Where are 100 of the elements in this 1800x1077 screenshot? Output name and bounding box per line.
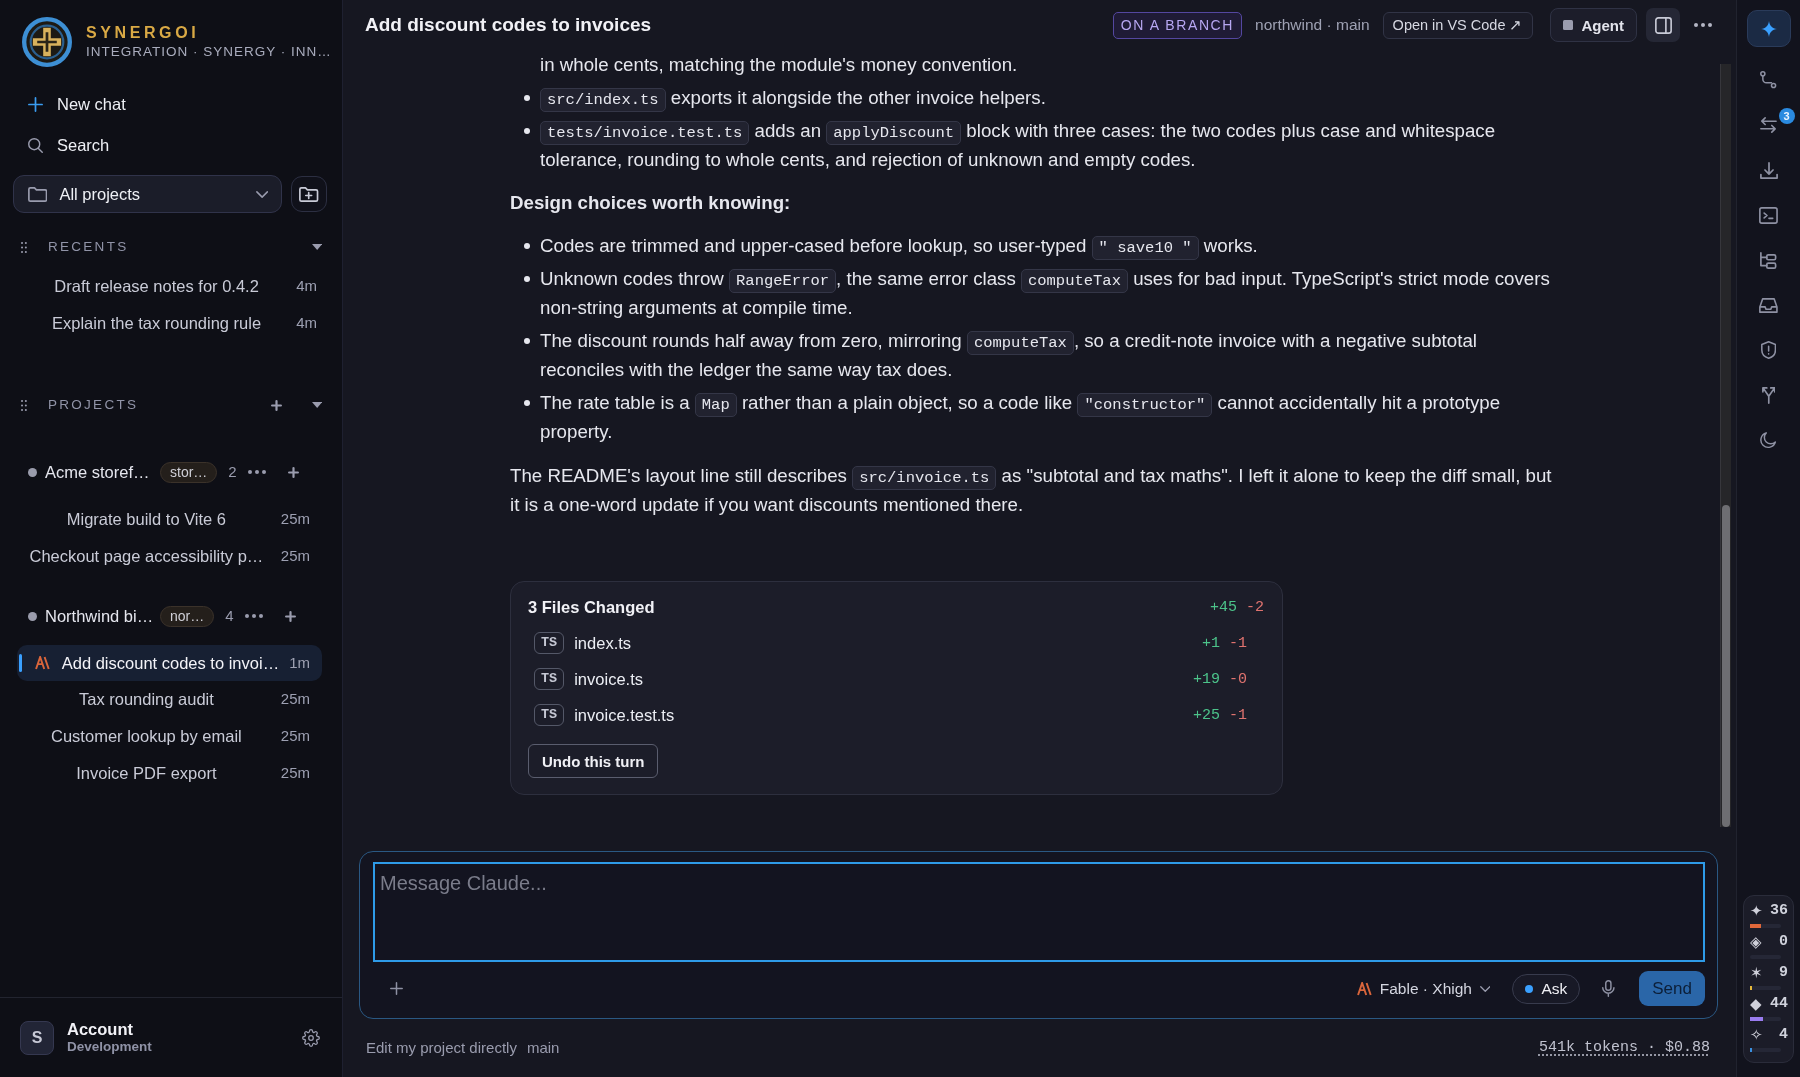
side-panel-icon: [1654, 16, 1672, 34]
symbol-icon: ◆: [1750, 995, 1762, 1013]
undo-button[interactable]: Undo this turn: [528, 744, 659, 778]
chat-title: Add discount codes to invoices: [365, 13, 652, 37]
search-icon: [28, 138, 43, 153]
project-filter-dropdown[interactable]: All projects: [13, 175, 283, 213]
more-button[interactable]: [244, 614, 263, 618]
account-plan: Development: [67, 1039, 152, 1055]
list-item-text: src/index.ts exports it alongside the other invoice helpers.: [540, 83, 1555, 112]
added-count: +45: [1209, 597, 1237, 618]
new-chat-button[interactable]: [287, 466, 299, 478]
mode-label: Edit my project directly: [366, 1037, 517, 1058]
meter-value: 44: [1770, 995, 1788, 1013]
project-name[interactable]: Acme storef…: [45, 459, 160, 485]
avatar: S: [20, 1020, 54, 1055]
settings-button[interactable]: [302, 1028, 320, 1047]
session-item[interactable]: Migrate build to Vite 6 25m: [17, 501, 322, 538]
added-count: +19: [1192, 669, 1220, 690]
meter-value: 0: [1779, 933, 1788, 951]
repo-label: northwind · main: [1255, 15, 1370, 36]
new-chat-button[interactable]: [284, 610, 296, 622]
meter-value: 4: [1779, 1026, 1788, 1044]
time-label: 25m: [280, 509, 310, 530]
count-label: 4: [225, 605, 234, 626]
symbol-icon: ◈: [1750, 933, 1762, 951]
card-title: 3 Files Changed: [528, 596, 655, 618]
new-chat-button[interactable]: New chat: [0, 84, 342, 125]
more-icon: [244, 614, 263, 618]
more-icon: [1694, 23, 1712, 27]
message-paragraph: The README's layout line still describes src/invoice.ts as "subtotal and tax maths". I left it alone to keep the diff small, but it is a one-word update if you want discounts mentioned there.: [510, 464, 1553, 517]
drag-handle-icon: [21, 399, 27, 411]
collapse-button[interactable]: [311, 402, 322, 408]
microphone-button[interactable]: [1602, 980, 1615, 997]
chevron-down-icon: [1479, 985, 1491, 992]
plus-icon: [390, 982, 403, 995]
plus-icon: [284, 610, 296, 622]
bullet-icon: [524, 275, 530, 282]
bullet-icon: [524, 399, 530, 406]
session-item[interactable]: Draft release notes for 0.4.2 4m: [17, 268, 329, 305]
tree-icon: [1760, 251, 1777, 269]
panel-toggle-button[interactable]: [1646, 8, 1680, 42]
plus-icon: [287, 466, 299, 478]
session-item[interactable]: Customer lookup by email 25m: [17, 718, 322, 755]
new-folder-button[interactable]: [291, 176, 327, 212]
count-badge: 3: [1778, 108, 1795, 124]
list-item-text: The rate table is a Map rather than a plain object, so a code like "constructor" cannot accidentally hit a prototype property.: [540, 391, 1502, 444]
attach-button[interactable]: [390, 982, 403, 995]
session-item[interactable]: Explain the tax rounding rule 4m: [17, 305, 329, 342]
add-project-button[interactable]: [270, 399, 282, 411]
time-label: 4m: [296, 276, 317, 297]
agent-button[interactable]: Agent: [1549, 8, 1637, 42]
search-button[interactable]: Search: [0, 125, 342, 166]
list-item-text: Codes are trimmed and upper-cased before lookup, so user-typed " save10 " works.: [540, 231, 1555, 260]
project-dot-icon: [28, 611, 37, 621]
removed-count: -1: [1229, 705, 1247, 726]
chevron-down-icon: [255, 190, 269, 198]
open-editor-button[interactable]: Open in VS Code ↗: [1382, 11, 1533, 39]
scrollbar-thumb[interactable]: [1722, 505, 1730, 827]
list-item-text: The discount rounds half away from zero, mirroring computeTax , so a credit-note invoice with a negative subtotal reconciles with the ledger the same way tax does.: [540, 329, 1478, 382]
removed-count: -2: [1246, 597, 1264, 618]
more-button[interactable]: [247, 470, 266, 474]
logo-icon: [1357, 981, 1372, 996]
session-item[interactable]: Checkout page accessibility p… 25m: [17, 538, 322, 575]
file-name[interactable]: index.ts: [574, 628, 632, 658]
time-label: 25m: [280, 546, 310, 567]
session-item[interactable]: Add discount codes to invoi… 1m: [17, 645, 322, 681]
list-item-text: Unknown codes throw RangeError , the same error class computeTax uses for bad input. TypeScript's strict mode covers non-string arguments at compile time.: [540, 267, 1551, 320]
file-name[interactable]: invoice.ts: [574, 664, 643, 694]
more-button[interactable]: [1694, 23, 1712, 27]
bullet-icon: [524, 127, 530, 134]
emblem-icon: [22, 17, 72, 67]
added-count: +25: [1192, 705, 1220, 726]
meter-value: 9: [1779, 964, 1788, 982]
download-icon: [1759, 161, 1778, 179]
folder-plus-icon: [299, 186, 319, 202]
session-item[interactable]: Invoice PDF export 25m: [17, 755, 322, 792]
message-heading: Design choices worth knowing:: [510, 191, 792, 215]
time-label: 1m: [289, 652, 310, 673]
section-title: PROJECTS: [47, 395, 139, 414]
model-selector[interactable]: Fable · Xhigh: [1357, 980, 1491, 997]
project-name[interactable]: Northwind bi…: [45, 603, 160, 629]
usage-label[interactable]: 541k tokens · $0.88: [1538, 1036, 1710, 1060]
collapse-button[interactable]: [311, 244, 322, 250]
folder-icon: [28, 186, 48, 202]
project-dot-icon: [28, 467, 37, 477]
status-dot-icon: [1525, 984, 1534, 993]
project-tag: stor…: [160, 461, 218, 483]
added-count: +1: [1201, 633, 1220, 654]
section-title: RECENTS: [47, 237, 129, 256]
file-type-tag: TS: [534, 668, 565, 690]
time-label: 25m: [280, 726, 310, 747]
mode-toggle[interactable]: Ask: [1512, 973, 1581, 1004]
session-item[interactable]: Tax rounding audit 25m: [17, 681, 322, 718]
list-item-text: in whole cents, matching the module's money convention.: [540, 53, 1019, 77]
inbox-icon: [1759, 297, 1778, 313]
file-type-tag: TS: [534, 632, 565, 654]
file-name[interactable]: invoice.test.ts: [574, 700, 675, 730]
caret-down-icon: [311, 244, 322, 250]
message-input[interactable]: Message Claude...: [373, 862, 1705, 962]
assistant-button[interactable]: [1746, 10, 1791, 47]
